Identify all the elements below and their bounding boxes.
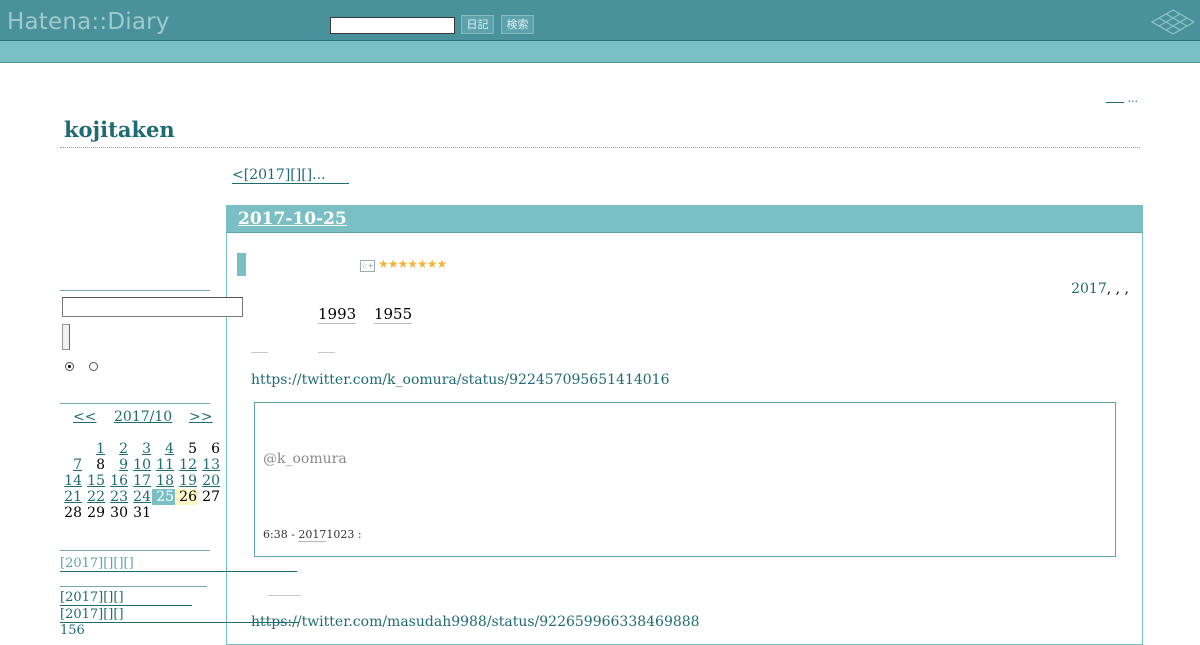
blog-title[interactable]: kojitaken [64, 117, 175, 142]
search-scope-radio-2[interactable] [89, 362, 98, 371]
calendar-day[interactable]: 1 [83, 441, 106, 457]
star-list[interactable]: ★★★★★★★ [378, 257, 447, 271]
calendar-day: 30 [110, 505, 128, 521]
year-link-1[interactable]: 1993 [318, 305, 357, 324]
calendar-day[interactable]: 12 [175, 457, 198, 473]
year-link-2[interactable]: 1955 [373, 305, 413, 324]
tweet-meta: 6:38 - 20171023 : [263, 528, 362, 542]
calendar-day[interactable]: 24 [129, 489, 152, 505]
sidebar-search-button[interactable] [62, 324, 70, 350]
calendar-day[interactable]: 18 [152, 473, 175, 489]
recent-entry-link-2[interactable]: [2017][][] [60, 591, 192, 606]
previous-entries-link[interactable]: <[2017][][]... [232, 167, 350, 184]
category-separators: , , , [1106, 281, 1129, 297]
keyword-underline-2[interactable] [318, 352, 335, 353]
calendar-day[interactable]: 9 [106, 457, 129, 473]
recent-entry-link-1[interactable]: [2017][][][] [60, 557, 297, 572]
calendar-day[interactable]: 14 [60, 473, 83, 489]
calendar-day-today: 26 [175, 489, 198, 505]
calendar-grid: 1 2 3 4 5 6 7 8 9 10 11 12 13 14 15 16 1… [60, 441, 221, 521]
tweet-link-oomura[interactable]: https://twitter.com/k_oomura/status/9224… [251, 372, 669, 388]
top-right-links[interactable]: ... [1106, 92, 1138, 105]
calendar-day[interactable]: 19 [175, 473, 198, 489]
title-divider [60, 147, 1140, 148]
calendar-day: 6 [211, 441, 220, 457]
sidebar-search-input[interactable] [62, 297, 243, 317]
top-link-ellipsis[interactable]: ... [1128, 92, 1139, 105]
sidebar-divider-2 [60, 403, 210, 404]
calendar-day[interactable]: 2 [106, 441, 129, 457]
calendar-day[interactable]: 21 [60, 489, 83, 505]
hatena-diary-logo[interactable]: Hatena::Diary [7, 9, 170, 35]
tweet-date-rest: 1023 : [326, 528, 362, 541]
day-header: 2017-10-25 [227, 206, 1142, 233]
calendar-day: 28 [64, 505, 82, 521]
calendar-next-link[interactable]: >> [189, 409, 212, 425]
calendar-prev-link[interactable]: << [73, 409, 96, 425]
tweet-date-link[interactable]: 2017 [298, 528, 327, 542]
calendar-day[interactable]: 16 [106, 473, 129, 489]
tweet-username[interactable]: @k_oomura [263, 451, 347, 467]
search-scope-radio-1[interactable] [65, 362, 74, 371]
section-marker [237, 253, 246, 276]
calendar-day[interactable]: 23 [106, 489, 129, 505]
day-section: 2017-10-25 ☆+ ★★★★★★★ 2017, , , 1993 195… [226, 205, 1143, 645]
calendar-day: 27 [202, 489, 220, 505]
calendar-day[interactable]: 13 [198, 457, 221, 473]
calendar-day-selected[interactable]: 25 [152, 489, 175, 505]
top-banner: Hatena::Diary 日記 検索 [0, 0, 1200, 41]
search-button[interactable]: 検索 [501, 15, 534, 34]
sub-banner [0, 41, 1200, 63]
calendar-day: 29 [87, 505, 105, 521]
calendar-day[interactable]: 3 [129, 441, 152, 457]
calendar-day[interactable]: 11 [152, 457, 175, 473]
calendar-month-link[interactable]: 2017/10 [114, 409, 172, 425]
calendar-day[interactable]: 15 [83, 473, 106, 489]
recent-entry-link-3[interactable]: [2017][][] [60, 608, 299, 623]
year-links: 1993 1955 [318, 305, 425, 324]
tweet-link-masudah[interactable]: https://twitter.com/masudah9988/status/9… [251, 614, 700, 630]
sidebar-divider-4 [60, 586, 207, 587]
calendar-day: 31 [133, 505, 151, 521]
calendar-empty-cell [60, 441, 83, 457]
calendar-day: 8 [96, 457, 105, 473]
day-date-link[interactable]: 2017-10-25 [238, 209, 347, 229]
embedded-tweet: @k_oomura 6:38 - 20171023 : [254, 402, 1116, 557]
add-star-icon[interactable]: ☆+ [360, 260, 375, 272]
calendar-day[interactable]: 20 [198, 473, 221, 489]
category-link[interactable]: 2017 [1071, 281, 1107, 297]
calendar-day[interactable]: 22 [83, 489, 106, 505]
calendar-day[interactable]: 17 [129, 473, 152, 489]
category-line: 2017, , , [1071, 281, 1129, 297]
top-link-underline[interactable] [1106, 96, 1124, 103]
calendar-day[interactable]: 4 [152, 441, 175, 457]
hatena-grid-icon[interactable] [1150, 8, 1196, 36]
calendar-day: 5 [188, 441, 197, 457]
tweet-time: 6:38 - [263, 528, 299, 541]
sidebar-divider-3 [60, 550, 210, 551]
sidebar-divider-1 [60, 290, 210, 291]
calendar-day[interactable]: 7 [60, 457, 83, 473]
diary-search-input[interactable] [330, 17, 455, 34]
diary-button[interactable]: 日記 [461, 15, 494, 34]
keyword-underline-3[interactable] [268, 595, 301, 596]
keyword-underline-1[interactable] [251, 352, 268, 353]
calendar-day[interactable]: 10 [129, 457, 152, 473]
recent-entry-count[interactable]: 156 [60, 624, 85, 638]
